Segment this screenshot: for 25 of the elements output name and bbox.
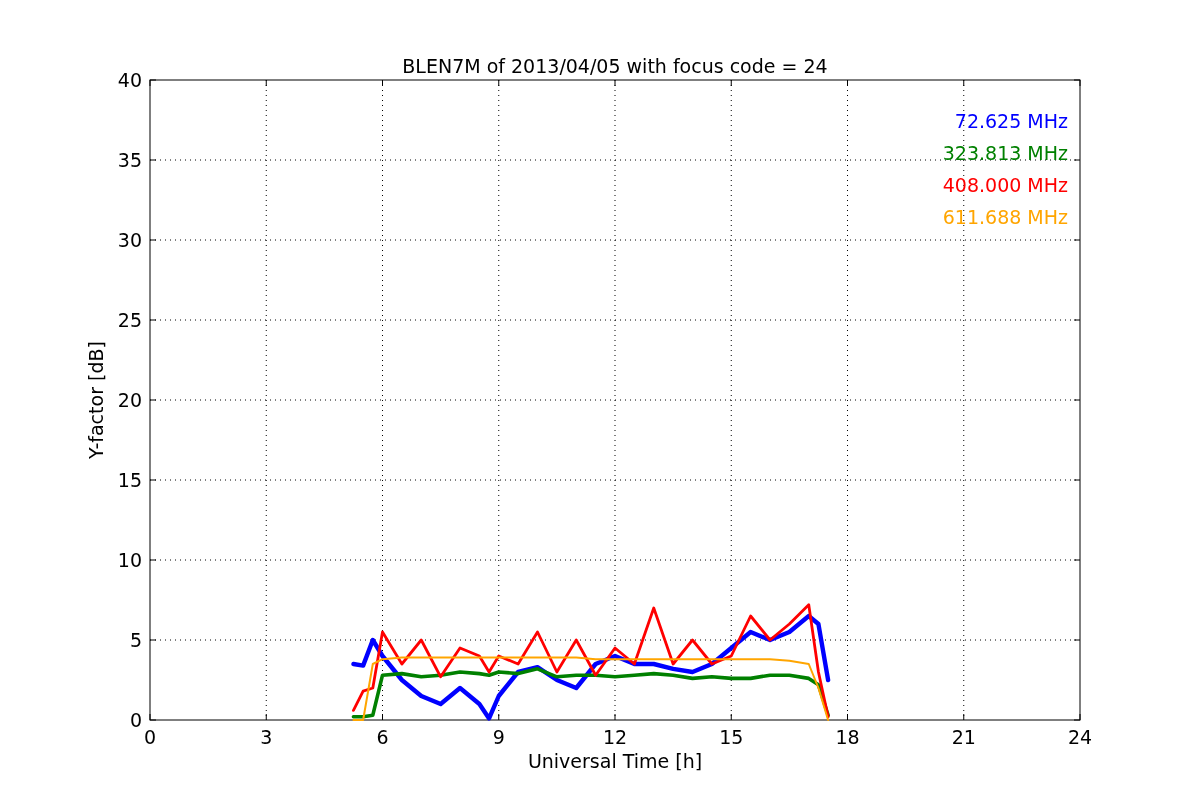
x-tick-label: 24: [1067, 726, 1093, 748]
y-tick-label: 25: [117, 309, 142, 331]
x-tick-label: 0: [143, 726, 157, 748]
legend-label: 72.625 MHz: [954, 110, 1068, 132]
legend-label: 611.688 MHz: [942, 206, 1068, 228]
y-axis-label: Y-factor [dB]: [85, 341, 107, 459]
y-tick-label: 0: [129, 709, 142, 731]
chart-title: BLEN7M of 2013/04/05 with focus code = 24: [402, 55, 828, 77]
y-tick-label: 35: [117, 149, 142, 171]
legend-label: 408.000 MHz: [942, 174, 1068, 196]
x-tick-label: 15: [719, 726, 744, 748]
y-tick-label: 10: [117, 549, 142, 571]
x-axis-label: Universal Time [h]: [527, 750, 703, 772]
x-tick-label: 6: [376, 726, 389, 748]
y-tick-label: 15: [117, 469, 142, 491]
x-tick-label: 18: [835, 726, 860, 748]
y-tick-label: 20: [117, 389, 142, 411]
x-tick-label: 3: [260, 726, 273, 748]
y-tick-label: 40: [117, 69, 142, 91]
legend-label: 323.813 MHz: [942, 142, 1068, 164]
x-tick-label: 21: [951, 726, 976, 748]
y-tick-label: 5: [129, 629, 142, 651]
x-tick-label: 12: [602, 726, 628, 748]
x-tick-label: 9: [492, 726, 505, 748]
y-tick-label: 30: [117, 229, 142, 251]
